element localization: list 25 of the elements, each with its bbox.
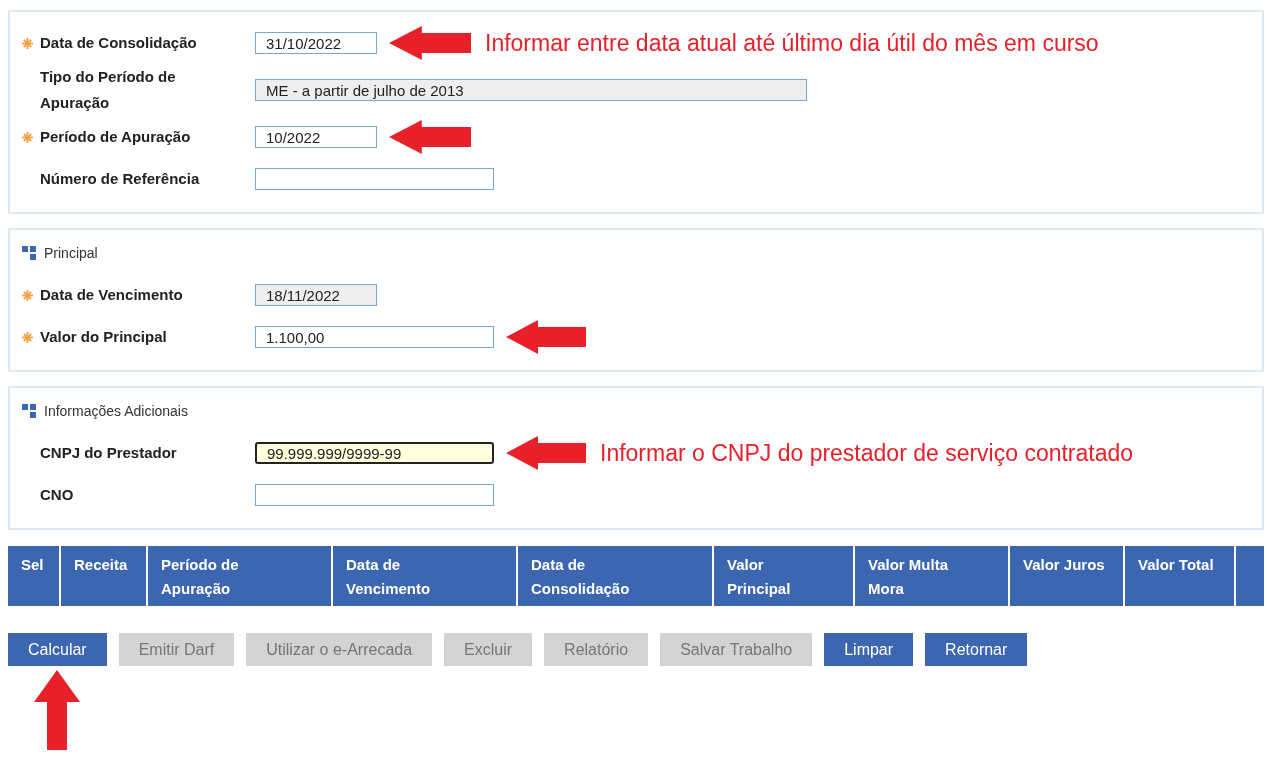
section-icon: [22, 246, 38, 260]
input-field[interactable]: [255, 168, 494, 190]
input-field[interactable]: ME - a partir de julho de 2013: [255, 79, 807, 101]
action-button[interactable]: Retornar: [925, 633, 1028, 666]
section-title: Principal: [44, 245, 98, 261]
action-button[interactable]: Limpar: [824, 633, 914, 666]
input-field[interactable]: 18/11/2022: [255, 284, 377, 306]
input-field[interactable]: 31/10/2022: [255, 32, 377, 54]
input-field[interactable]: 99.999.999/9999-99: [255, 442, 494, 464]
field-label: Tipo do Período de Apuração: [40, 67, 177, 113]
input-field[interactable]: 1.100,00: [255, 326, 494, 348]
field-label: Data de Vencimento: [40, 285, 184, 305]
annotation-text: Informar o CNPJ do prestador de serviço contratado: [600, 439, 1134, 467]
field-label: CNO: [40, 485, 75, 505]
annotation-text: Informar entre data atual até último dia útil do mês em curso: [485, 29, 1099, 57]
field-label: Data de Consolidação: [40, 33, 198, 53]
action-button[interactable]: Calcular: [8, 633, 107, 666]
field-label: Número de Referência: [40, 169, 201, 189]
section-icon: [22, 404, 38, 418]
input-field[interactable]: [255, 484, 494, 506]
field-label: Período de Apuração: [40, 127, 192, 147]
input-field[interactable]: 10/2022: [255, 126, 377, 148]
field-label: CNPJ do Prestador: [40, 443, 178, 463]
field-label: Valor do Principal: [40, 327, 168, 347]
section-title: Informações Adicionais: [44, 403, 188, 419]
